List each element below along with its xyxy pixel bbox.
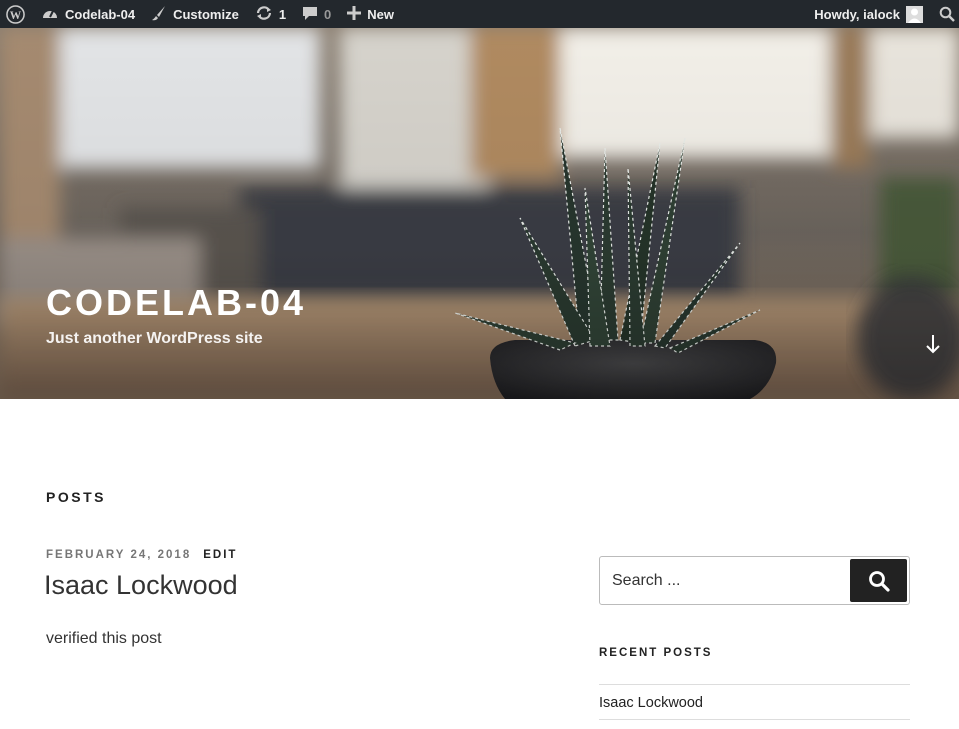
customize-link[interactable]: Customize (143, 0, 247, 28)
recent-posts-list: Isaac Lockwood (599, 684, 910, 720)
customize-label: Customize (173, 6, 239, 22)
recent-post-link[interactable]: Isaac Lockwood (599, 685, 910, 720)
new-content-link[interactable]: New (339, 0, 402, 28)
admin-search-button[interactable] (931, 0, 959, 28)
updates-icon (255, 5, 273, 24)
plus-icon (347, 5, 362, 23)
recent-posts-title: RECENT POSTS (599, 647, 713, 659)
new-label: New (367, 6, 395, 22)
search-icon (939, 6, 955, 22)
site-name-link[interactable]: Codelab-04 (33, 0, 143, 28)
comments-count: 0 (324, 6, 332, 22)
search-input[interactable]: Search ... (612, 572, 680, 590)
arrow-down-icon (926, 335, 940, 354)
dashboard-icon (41, 6, 59, 23)
post-date-link[interactable]: FEBRUARY 24, 2018 (46, 549, 191, 561)
avatar (906, 5, 923, 23)
wordpress-logo-button[interactable]: W (0, 0, 33, 28)
site-name-label: Codelab-04 (65, 6, 136, 22)
post-excerpt: verified this post (46, 630, 162, 647)
search-submit-button[interactable] (850, 559, 907, 602)
search-icon (868, 570, 890, 592)
brush-icon (151, 5, 167, 24)
comments-link[interactable]: 0 (294, 0, 339, 28)
admin-toolbar: W Codelab-04 Customize 1 0 New Howdy, ia… (0, 0, 959, 28)
svg-text:W: W (10, 9, 22, 21)
search-form: Search ... (599, 556, 910, 605)
comment-icon (302, 5, 318, 24)
site-title[interactable]: CODELAB-04 (46, 282, 306, 324)
wordpress-icon: W (6, 4, 25, 24)
updates-link[interactable]: 1 (247, 0, 294, 28)
greeting-label: Howdy, ialock (814, 6, 900, 22)
site-tagline: Just another WordPress site (46, 330, 263, 347)
post-title-link[interactable]: Isaac Lockwood (44, 570, 238, 601)
my-account-link[interactable]: Howdy, ialock (806, 0, 931, 28)
posts-heading: POSTS (46, 489, 106, 505)
edit-post-link[interactable]: EDIT (203, 549, 237, 561)
post-meta: FEBRUARY 24, 2018 EDIT (46, 549, 237, 561)
updates-count: 1 (278, 6, 287, 22)
site-header: CODELAB-04 Just another WordPress site (0, 28, 959, 399)
scroll-down-button[interactable] (922, 332, 944, 358)
